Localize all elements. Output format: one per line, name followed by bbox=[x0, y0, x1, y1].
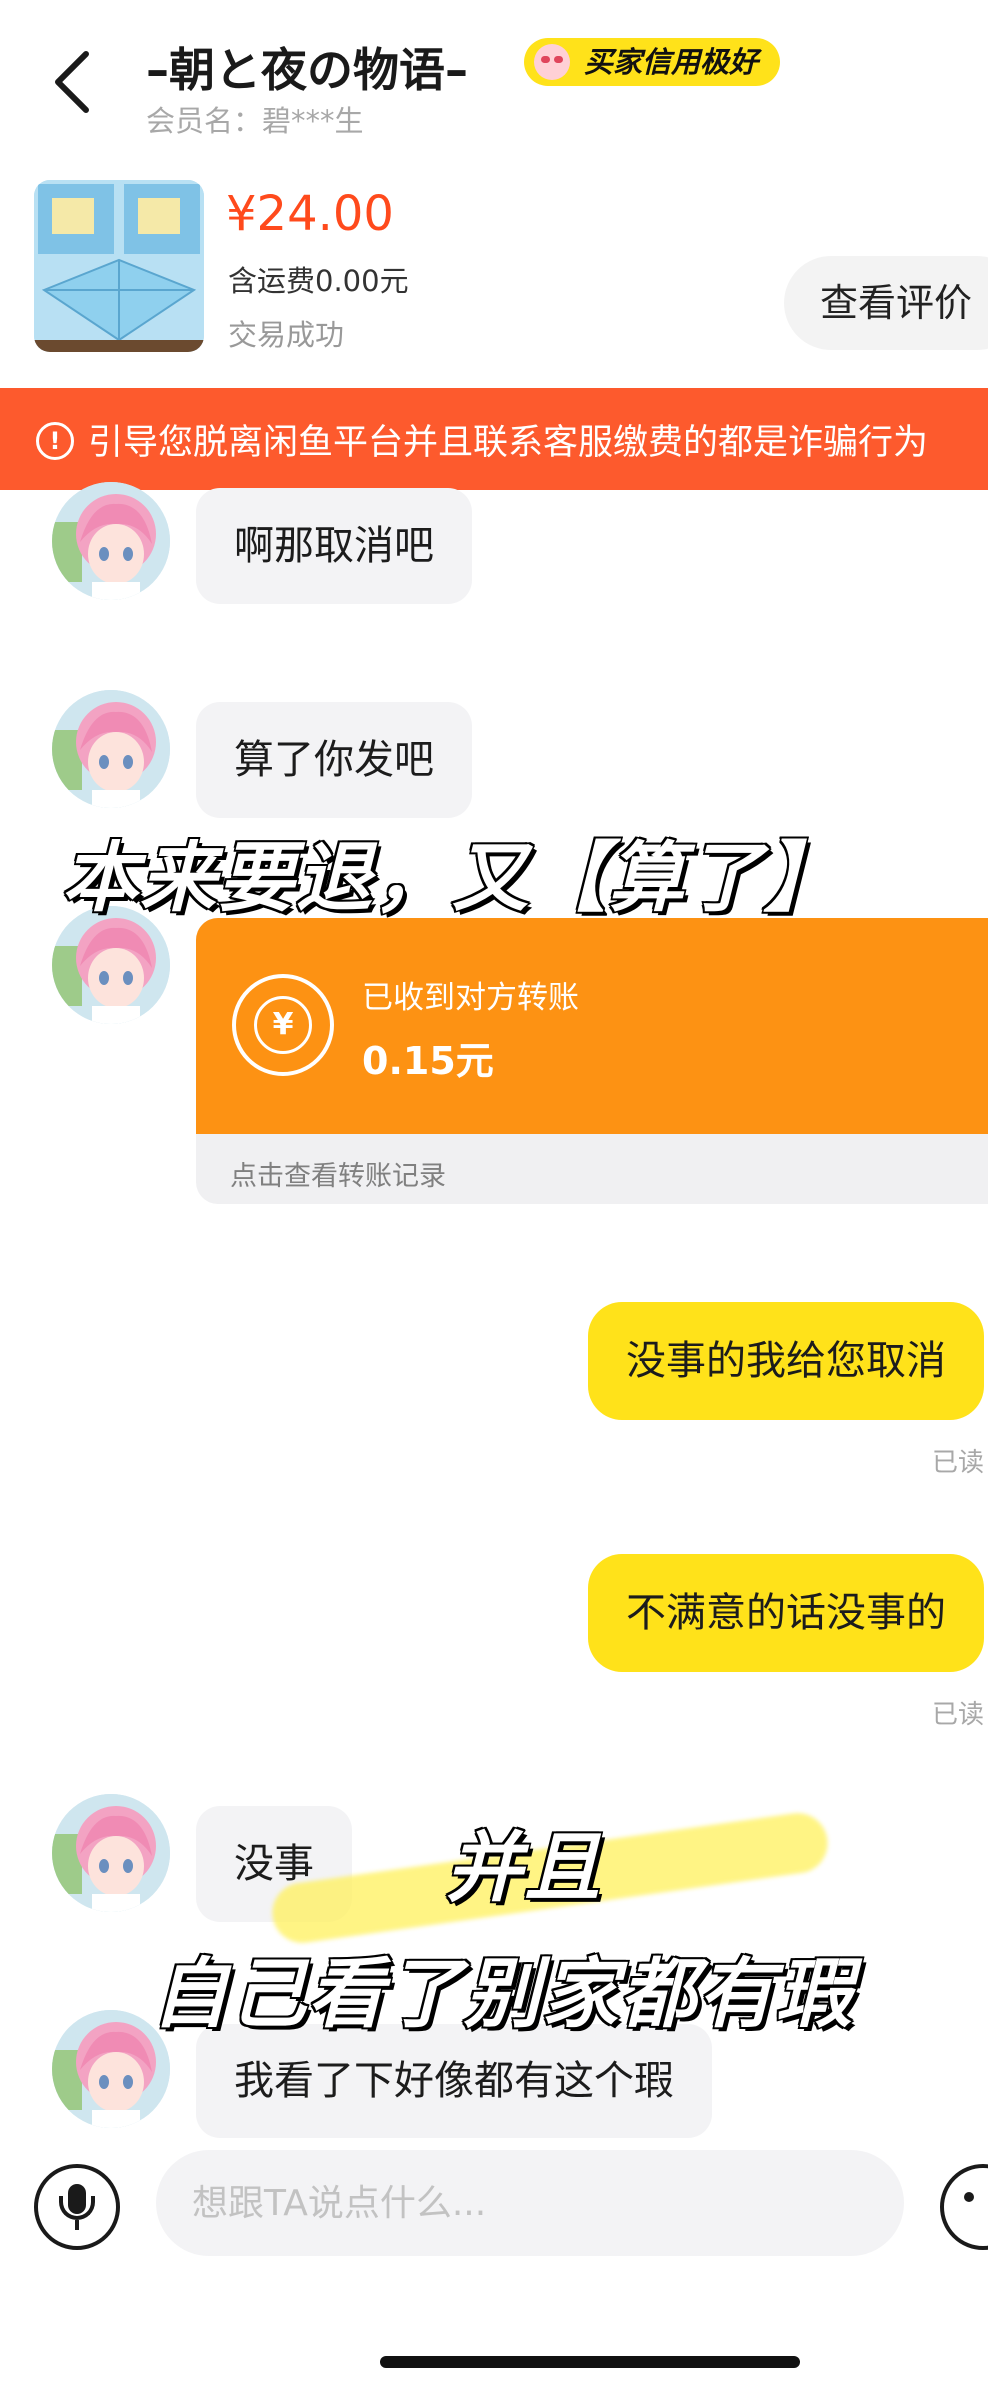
microphone-icon[interactable] bbox=[34, 2164, 120, 2250]
back-chevron-icon[interactable] bbox=[48, 50, 96, 114]
seller-avatar[interactable] bbox=[52, 690, 170, 808]
message-bubble-outgoing[interactable]: 没事的我给您取消 bbox=[588, 1302, 984, 1420]
read-receipt: 已读 bbox=[931, 1448, 984, 1478]
overlay-caption: 本来要退，又【算了】 bbox=[61, 832, 842, 924]
buyer-credit-badge: 买家信用极好 bbox=[524, 38, 781, 86]
transfer-amount: 0.15元 bbox=[362, 1039, 494, 1083]
transfer-card-header: ¥ 已收到对方转账 0.15元 bbox=[196, 918, 988, 1134]
overlay-caption: 自己看了别家都有瑕 bbox=[151, 1948, 854, 2040]
read-receipt: 已读 bbox=[931, 1700, 984, 1730]
home-indicator[interactable] bbox=[380, 2356, 800, 2368]
shipping-info: 含运费0.00元 bbox=[228, 264, 409, 298]
fraud-warning-banner[interactable]: ! 引导您脱离闲鱼平台并且联系客服缴费的都是诈骗行为 bbox=[0, 388, 988, 490]
trade-status: 交易成功 bbox=[228, 318, 345, 352]
emoji-smiley-icon[interactable] bbox=[940, 2164, 988, 2250]
message-bubble-outgoing[interactable]: 不满意的话没事的 bbox=[588, 1554, 984, 1672]
fraud-warning-text: 引导您脱离闲鱼平台并且联系客服缴费的都是诈骗行为 bbox=[88, 423, 929, 463]
message-input[interactable] bbox=[156, 2150, 904, 2256]
message-bubble-incoming[interactable]: 算了你发吧 bbox=[196, 702, 472, 818]
alert-circle-icon: ! bbox=[36, 422, 74, 460]
view-review-button[interactable]: 查看评价 bbox=[784, 256, 988, 350]
seller-avatar[interactable] bbox=[52, 1794, 170, 1912]
buyer-credit-badge-label: 买家信用极好 bbox=[584, 45, 759, 79]
face-emoji-icon bbox=[534, 44, 570, 80]
product-thumbnail[interactable] bbox=[34, 180, 204, 352]
overlay-caption: 并且 bbox=[445, 1822, 602, 1914]
message-bubble-incoming[interactable]: 啊那取消吧 bbox=[196, 488, 472, 604]
product-price: ¥24.00 bbox=[226, 186, 394, 242]
transfer-card[interactable]: ¥ 已收到对方转账 0.15元 点击查看转账记录 bbox=[196, 918, 988, 1204]
member-name: 会员名：碧***生 bbox=[146, 104, 364, 138]
seller-name-title: –朝と夜の物语– bbox=[146, 43, 468, 97]
yen-exchange-icon: ¥ bbox=[232, 974, 334, 1076]
transfer-label: 已收到对方转账 bbox=[362, 980, 579, 1016]
transfer-record-link[interactable]: 点击查看转账记录 bbox=[230, 1154, 446, 1193]
seller-avatar[interactable] bbox=[52, 482, 170, 600]
